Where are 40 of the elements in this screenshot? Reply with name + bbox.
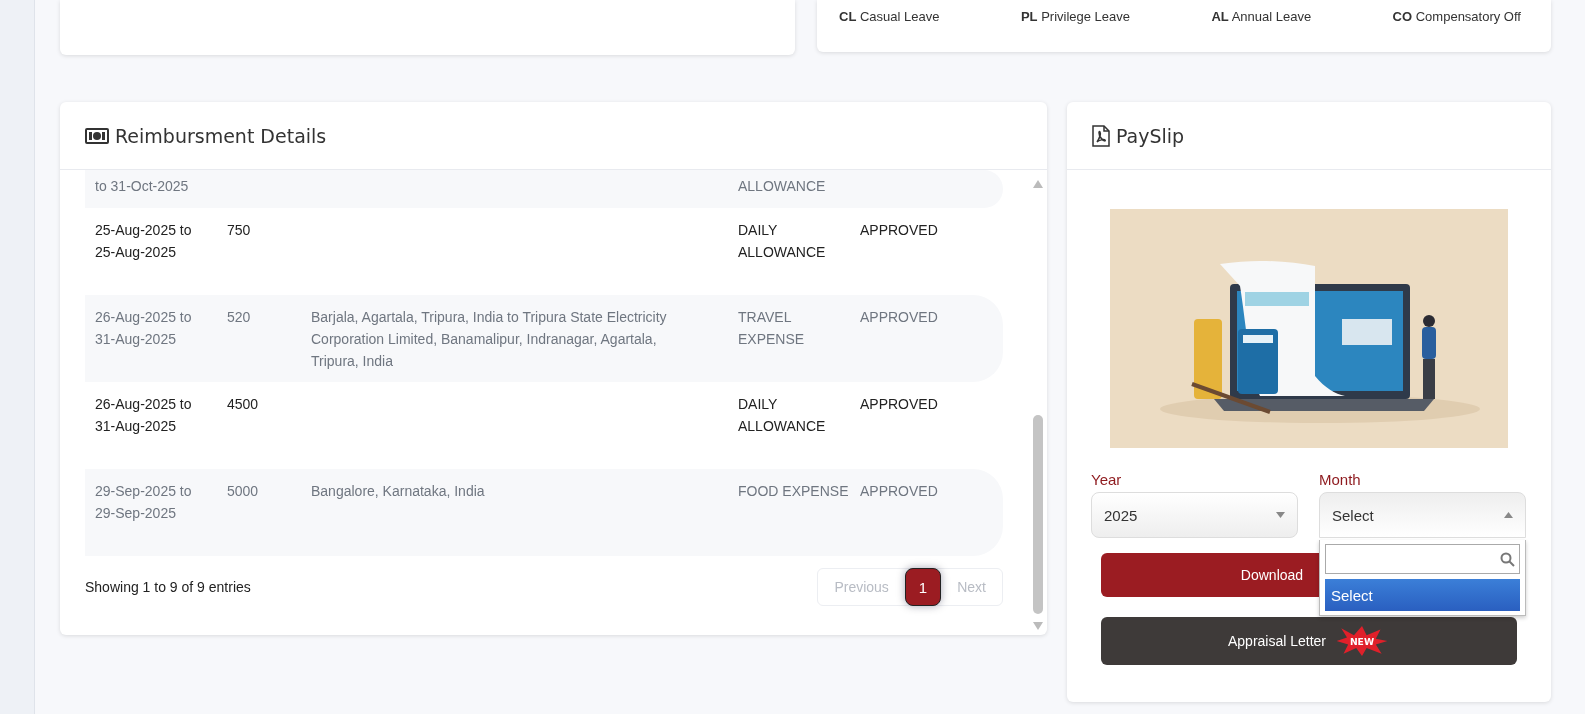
month-select[interactable]: Select xyxy=(1319,492,1526,538)
location-cell: Barjala, Agartala, Tripura, India to Tripura State Electricity Corporation Limited, Banamalipur, Indranagar, Agartala, Tripura, India xyxy=(311,309,667,369)
expense-type-cell: FOOD EXPENSE xyxy=(738,483,849,499)
caret-icon xyxy=(1276,512,1285,518)
leave-legend-item: AL Annual Leave xyxy=(1211,8,1312,26)
amount-cell: 4500 xyxy=(227,396,259,412)
status-cell: APPROVED xyxy=(860,309,938,325)
expense-type-cell: DAILY ALLOWANCE xyxy=(738,396,826,434)
page-button[interactable]: 1 xyxy=(904,568,942,606)
appraisal-letter-button[interactable]: Appraisal Letter NEW xyxy=(1101,617,1517,665)
year-label: Year xyxy=(1091,471,1123,488)
expense-type-cell: DAILY ALLOWANCE xyxy=(738,222,826,260)
amount-cell: 750 xyxy=(227,222,251,238)
status-cell: APPROVED xyxy=(860,222,938,238)
status-cell: APPROVED xyxy=(860,483,938,499)
dropdown-option[interactable]: Select xyxy=(1325,579,1520,611)
date-range-cell: 25-Aug-2025 to 25-Aug-2025 xyxy=(95,222,192,260)
date-range-cell: 29-Sep-2025 to 29-Sep-2025 xyxy=(95,483,192,521)
date-range-cell: to 31-Oct-2025 xyxy=(95,178,189,194)
card-title: Reimbursment Details xyxy=(115,124,327,147)
amount-cell: 520 xyxy=(227,309,251,325)
location-cell: Bangalore, Karnataka, India xyxy=(311,483,485,499)
entries-info: Showing 1 to 9 of 9 entries xyxy=(85,579,251,595)
money-icon xyxy=(85,127,109,144)
date-range-cell: 26-Aug-2025 to 31-Aug-2025 xyxy=(95,396,192,434)
expense-type-cell: ALLOWANCE xyxy=(738,178,826,194)
caret-icon xyxy=(1504,512,1513,518)
search-field[interactable] xyxy=(1325,544,1520,574)
year-select[interactable]: 2025 xyxy=(1091,492,1298,538)
expense-type-cell: TRAVEL EXPENSE xyxy=(738,309,805,347)
card-title: PaySlip xyxy=(1116,124,1185,147)
date-range-cell: 26-Aug-2025 to 31-Aug-2025 xyxy=(95,309,192,347)
amount-cell: 5000 xyxy=(227,483,259,499)
pdf-file-icon xyxy=(1092,124,1110,147)
leave-legend-item: CL Casual Leave xyxy=(839,8,940,26)
leave-legend-item: CO Compensatory Off xyxy=(1392,8,1521,26)
leave-legend-item: PL Privilege Leave xyxy=(1020,8,1130,26)
month-label: Month xyxy=(1319,471,1362,488)
search-icon xyxy=(1500,551,1515,567)
status-cell: APPROVED xyxy=(860,396,938,412)
